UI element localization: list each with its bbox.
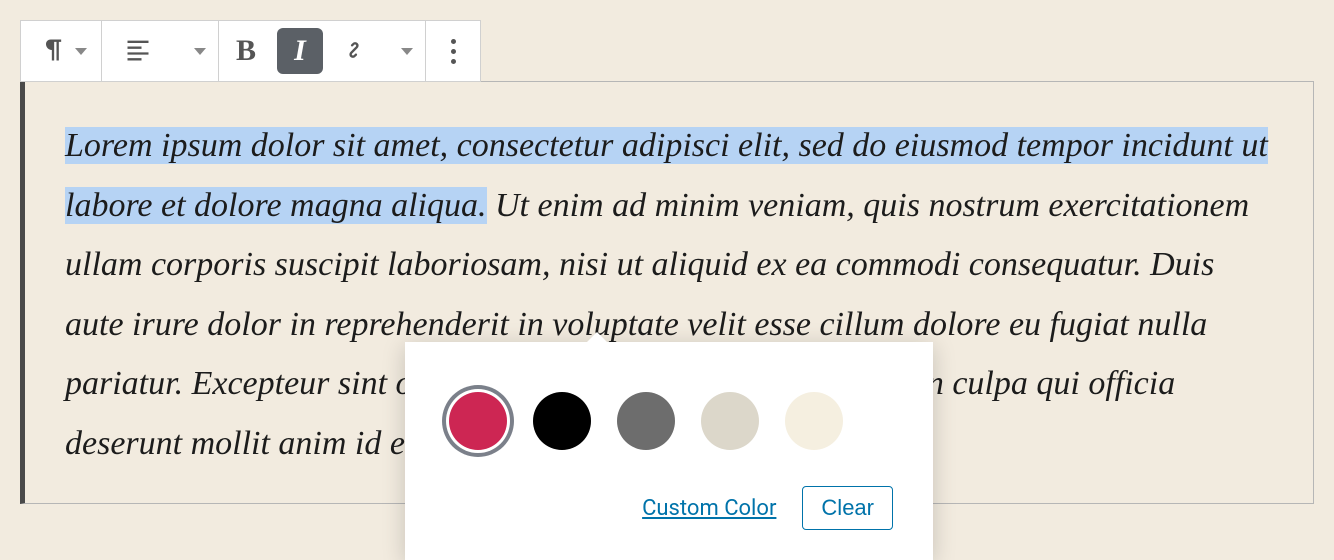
chevron-down-icon	[75, 48, 87, 55]
color-swatch-sand[interactable]	[701, 392, 759, 450]
toolbar-group-more	[425, 20, 481, 82]
color-swatch-cream[interactable]	[785, 392, 843, 450]
italic-icon: I	[294, 34, 306, 68]
italic-button[interactable]: I	[273, 21, 327, 81]
block-type-button[interactable]	[21, 21, 101, 81]
toolbar-group-block-type	[20, 20, 102, 82]
align-left-icon	[124, 36, 152, 67]
bold-icon: B	[236, 34, 256, 68]
block-toolbar: B I	[20, 20, 1314, 82]
align-dropdown-button[interactable]	[174, 21, 218, 81]
color-swatch-rose[interactable]	[449, 392, 507, 450]
more-options-button[interactable]	[426, 21, 480, 81]
link-icon	[340, 36, 368, 67]
custom-color-link[interactable]: Custom Color	[642, 496, 776, 521]
toolbar-group-align	[101, 20, 219, 82]
color-swatch-black[interactable]	[533, 392, 591, 450]
chevron-down-icon	[194, 48, 206, 55]
kebab-icon	[451, 39, 456, 64]
bold-button[interactable]: B	[219, 21, 273, 81]
clear-color-button[interactable]: Clear	[802, 486, 893, 530]
chevron-down-icon	[401, 48, 413, 55]
link-button[interactable]	[327, 21, 381, 81]
toolbar-group-format: B I	[218, 20, 426, 82]
color-popover-footer: Custom Color Clear	[445, 486, 893, 530]
color-popover: Custom Color Clear	[405, 342, 933, 560]
align-button[interactable]	[102, 21, 174, 81]
more-format-dropdown-button[interactable]	[381, 21, 425, 81]
color-swatch-gray[interactable]	[617, 392, 675, 450]
color-swatch-row	[445, 392, 893, 450]
paragraph-content[interactable]: Lorem ipsum dolor sit amet, consectetur …	[20, 81, 1314, 504]
pilcrow-icon	[39, 36, 67, 67]
paragraph-block: B I Lorem ipsu	[20, 20, 1314, 504]
